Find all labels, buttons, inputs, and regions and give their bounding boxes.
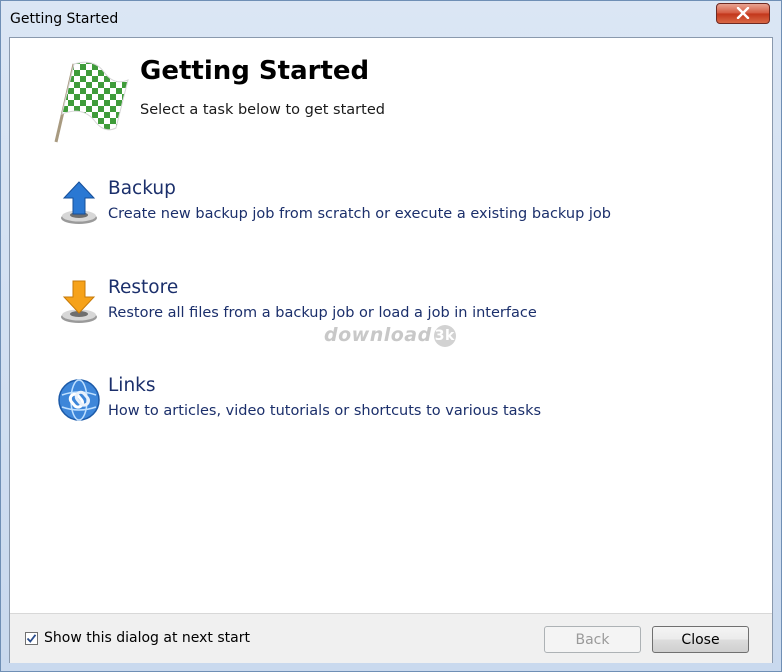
dialog-content: Getting Started Select a task below to g… — [9, 37, 773, 663]
task-backup-description: Create new backup job from scratch or ex… — [108, 206, 611, 222]
task-links[interactable]: Links How to articles, video tutorials o… — [56, 375, 656, 427]
dialog-footer: Show this dialog at next start Back Clos… — [10, 613, 772, 663]
watermark: download 3k — [324, 324, 456, 347]
window-title: Getting Started — [10, 11, 119, 27]
watermark-text: download — [324, 324, 432, 346]
back-button[interactable]: Back — [544, 626, 641, 653]
watermark-badge: 3k — [433, 325, 456, 347]
task-backup[interactable]: Backup Create new backup job from scratc… — [56, 178, 656, 230]
task-restore-title: Restore — [108, 277, 179, 298]
task-links-title: Links — [108, 375, 156, 396]
task-restore-description: Restore all files from a backup job or l… — [108, 305, 537, 321]
task-restore[interactable]: Restore Restore all files from a backup … — [56, 277, 656, 329]
close-icon — [736, 4, 750, 23]
task-links-description: How to articles, video tutorials or shor… — [108, 403, 542, 419]
globe-link-icon — [56, 377, 102, 423]
restore-down-arrow-icon — [56, 279, 102, 325]
backup-up-arrow-icon — [56, 180, 102, 226]
page-title: Getting Started — [140, 56, 370, 86]
close-button[interactable]: Close — [652, 626, 749, 653]
show-at-start-label: Show this dialog at next start — [44, 630, 250, 646]
dialog-window: Getting Started Getting Started Select a… — [0, 0, 782, 672]
checkered-flag-icon — [50, 58, 130, 148]
task-backup-title: Backup — [108, 178, 176, 199]
show-at-start-checkbox[interactable] — [25, 631, 38, 645]
window-close-button[interactable] — [716, 3, 770, 24]
page-subtitle: Select a task below to get started — [140, 102, 385, 118]
show-at-start-toggle[interactable]: Show this dialog at next start — [25, 630, 250, 646]
title-bar[interactable]: Getting Started — [1, 1, 781, 37]
